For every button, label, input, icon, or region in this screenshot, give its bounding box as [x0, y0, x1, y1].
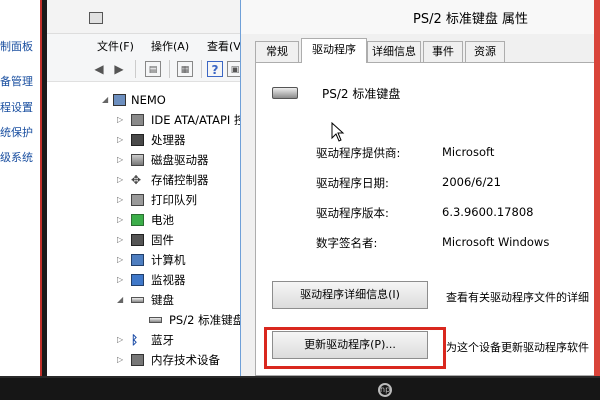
digital-signer-label: 数字签名者: [316, 236, 378, 250]
toolbar-separator [169, 60, 170, 78]
driver-provider-value: Microsoft [442, 145, 495, 159]
keyboard-device-icon [149, 317, 162, 323]
help-icon[interactable]: ? [207, 61, 223, 77]
expand-arrow-icon[interactable]: ▷ [117, 150, 123, 170]
driver-provider-label: 驱动程序提供商: [316, 146, 401, 160]
monitor-icon [131, 274, 144, 286]
bottom-taskbar: hp [0, 376, 600, 400]
expand-arrow-icon[interactable]: ▷ [117, 350, 123, 370]
device-manager-app-icon [89, 12, 103, 24]
properties-dialog: PS/2 标准键盘 属性 常规 驱动程序 详细信息 事件 资源 PS/2 标准键… [240, 0, 595, 376]
expand-arrow-icon[interactable]: ▷ [117, 170, 123, 190]
forward-arrow-icon[interactable]: ▶ [111, 61, 127, 77]
tab-resources[interactable]: 资源 [465, 41, 505, 62]
expand-arrow-icon[interactable]: ▷ [117, 210, 123, 230]
tab-driver[interactable]: 驱动程序 [301, 38, 367, 63]
tab-details[interactable]: 详细信息 [367, 41, 421, 62]
device-manager-menubar: 文件(F) 操作(A) 查看(V) [47, 34, 245, 56]
toolbar-separator [135, 60, 136, 78]
tab-events[interactable]: 事件 [423, 41, 463, 62]
driver-date-label: 驱动程序日期: [316, 176, 389, 190]
cp-link-remote-settings[interactable]: 程设置 [0, 99, 40, 115]
bluetooth-icon: ᛒ [131, 333, 139, 347]
collapse-arrow-icon[interactable]: ◢ [102, 90, 108, 110]
cp-link-system-protection[interactable]: 统保护 [0, 124, 40, 140]
menu-action[interactable]: 操作(A) [151, 38, 189, 54]
processor-icon [131, 134, 144, 146]
tree-view-icon[interactable]: ▤ [145, 61, 161, 77]
collapse-arrow-icon[interactable]: ◢ [117, 290, 123, 310]
cp-link-control-panel[interactable]: 制面板 [0, 38, 40, 54]
device-name: PS/2 标准键盘 [322, 87, 401, 101]
expand-arrow-icon[interactable]: ▷ [117, 270, 123, 290]
menu-file[interactable]: 文件(F) [97, 38, 134, 54]
device-manager-window: 文件(F) 操作(A) 查看(V) ◀ ▶ ▤ ▦ ? ▣ ◢ NEMO ▷ I… [47, 0, 268, 376]
driver-date-value: 2006/6/21 [442, 175, 501, 189]
print-queue-icon [131, 194, 144, 206]
toolbar-separator [201, 60, 202, 78]
keyboard-icon [131, 297, 144, 303]
cp-link-advanced-system[interactable]: 级系统 [0, 149, 40, 165]
driver-details-description: 查看有关驱动程序文件的详细 [446, 291, 589, 304]
battery-icon [131, 214, 144, 226]
driver-version-value: 6.3.9600.17808 [442, 205, 534, 219]
driver-details-button[interactable]: 驱动程序详细信息(I) [272, 281, 428, 309]
expand-arrow-icon[interactable]: ▷ [117, 250, 123, 270]
storage-controller-icon: ✥ [131, 173, 142, 187]
dialog-title: PS/2 标准键盘 属性 [413, 12, 529, 27]
brand-logo-icon: hp [378, 383, 392, 397]
update-driver-button[interactable]: 更新驱动程序(P)... [272, 331, 428, 359]
mouse-cursor-icon [331, 122, 345, 142]
device-manager-titlebar [47, 0, 242, 34]
cp-link-device-manager[interactable]: 备管理 [0, 73, 40, 89]
keyboard-device-icon [272, 87, 298, 99]
driver-tab-panel: PS/2 标准键盘 驱动程序提供商: Microsoft 驱动程序日期: 200… [255, 62, 595, 376]
disk-drive-icon [131, 154, 144, 166]
firmware-icon [131, 234, 144, 246]
computer-icon [131, 254, 144, 266]
memory-device-icon [131, 354, 144, 366]
driver-version-label: 驱动程序版本: [316, 206, 389, 220]
tab-general[interactable]: 常规 [255, 41, 299, 62]
expand-arrow-icon[interactable]: ▷ [117, 110, 123, 130]
back-arrow-icon[interactable]: ◀ [91, 61, 107, 77]
expand-arrow-icon[interactable]: ▷ [117, 330, 123, 350]
right-edge-strip [594, 0, 600, 400]
tree-root-computer[interactable]: ◢ NEMO [47, 90, 243, 110]
device-manager-toolbar: ◀ ▶ ▤ ▦ ? ▣ [47, 56, 243, 82]
computer-root-icon [113, 94, 126, 106]
update-driver-description: 为这个设备更新驱动程序软件 [446, 341, 589, 354]
window-frame-edge [40, 0, 47, 400]
properties-icon[interactable]: ▦ [177, 61, 193, 77]
expand-arrow-icon[interactable]: ▷ [117, 190, 123, 210]
tree-item-ps2-keyboard[interactable]: PS/2 标准键盘 [47, 310, 243, 330]
control-panel-pane: 制面板 备管理 程设置 统保护 级系统 [0, 0, 44, 400]
dialog-titlebar: PS/2 标准键盘 属性 [241, 0, 595, 34]
expand-arrow-icon[interactable]: ▷ [117, 230, 123, 250]
ide-controller-icon [131, 114, 144, 126]
digital-signer-value: Microsoft Windows [442, 235, 550, 249]
expand-arrow-icon[interactable]: ▷ [117, 130, 123, 150]
